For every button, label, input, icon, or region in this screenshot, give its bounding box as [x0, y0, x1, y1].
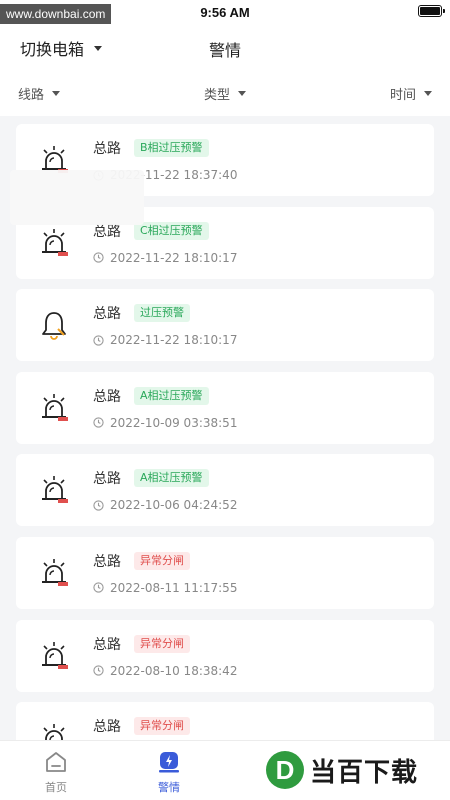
battery-icon — [418, 5, 445, 17]
header: 切换电箱 警情 — [0, 24, 450, 70]
home-icon — [46, 752, 66, 772]
alert-source: 总路 — [93, 471, 121, 488]
status-time: 9:56 AM — [200, 4, 250, 20]
siren-icon — [38, 392, 70, 424]
alert-time: 2022-08-10 18:38:42 — [93, 664, 237, 678]
alert-time-text: 2022-10-09 03:38:51 — [110, 415, 238, 430]
filter-line[interactable]: 线路 — [18, 84, 61, 103]
alert-type-badge: A相过压预警 — [134, 386, 209, 405]
logo-text: 当百下载 — [310, 757, 419, 788]
alert-type-badge: B相过压预警 — [134, 139, 209, 157]
alert-card[interactable]: 总路 异常分闸 2022-08-10 18:38:42 — [16, 619, 434, 692]
filter-line-label: 线路 — [18, 87, 45, 103]
alert-card[interactable]: 总路 异常分闸 2022-08-11 11:17:55 — [16, 536, 434, 609]
alert-type-badge: 异常分闸 — [134, 717, 190, 736]
filter-type[interactable]: 类型 — [204, 84, 246, 103]
tab-alerts[interactable]: 警情 — [129, 749, 209, 795]
alert-source: 总路 — [93, 553, 121, 570]
tab-home-label: 首页 — [45, 781, 67, 794]
bell-icon — [38, 309, 70, 341]
logo-watermark: D 当百下载 — [262, 744, 444, 796]
caret-down-icon — [52, 90, 61, 96]
alert-card[interactable]: 总路 过压预警 2022-11-22 18:10:17 — [16, 289, 434, 362]
alert-type-badge: 过压预警 — [134, 304, 190, 323]
alert-source: 总路 — [93, 141, 121, 157]
tab-alerts-label: 警情 — [158, 781, 180, 794]
filter-type-label: 类型 — [203, 87, 230, 103]
alert-time: 2022-11-22 18:10:17 — [93, 333, 237, 347]
alert-type-badge: A相过压预警 — [134, 469, 209, 488]
alert-source: 总路 — [93, 636, 121, 653]
filter-time-label: 时间 — [389, 87, 416, 103]
alert-card[interactable]: 总路 A相过压预警 2022-10-06 04:24:52 — [16, 454, 434, 527]
site-watermark: www.downbai.com — [0, 4, 112, 24]
siren-icon — [38, 640, 70, 672]
clock-icon — [93, 582, 104, 594]
alert-type-badge: 异常分闸 — [134, 634, 190, 653]
alert-time: 2022-11-22 18:10:17 — [93, 251, 237, 265]
alert-source: 总路 — [93, 719, 121, 736]
siren-icon — [38, 227, 70, 259]
alert-time: 2022-08-11 11:17:55 — [93, 581, 237, 595]
alert-time-text: 2022-10-06 04:24:52 — [110, 498, 238, 513]
clock-icon — [93, 500, 104, 511]
blur-patch — [10, 170, 144, 225]
caret-down-icon — [238, 90, 246, 96]
alert-type-badge: 异常分闸 — [134, 551, 190, 570]
siren-icon — [38, 474, 70, 506]
clock-icon — [93, 417, 104, 428]
alert-icon — [159, 752, 179, 773]
alert-time-text: 2022-11-22 18:10:17 — [110, 250, 238, 265]
clock-icon — [93, 665, 104, 676]
logo-d-icon: D — [266, 751, 304, 789]
clock-icon — [93, 252, 104, 263]
alert-time-text: 2022-08-11 11:17:55 — [110, 580, 238, 595]
caret-down-icon — [423, 90, 432, 96]
alert-source: 总路 — [93, 306, 121, 323]
filter-bar: 线路 类型 时间 — [0, 70, 450, 116]
filter-time[interactable]: 时间 — [390, 84, 432, 103]
clock-icon — [93, 335, 104, 346]
alert-time-text: 2022-11-22 18:10:17 — [110, 333, 238, 348]
alert-type-badge: C相过压预警 — [134, 221, 209, 240]
alert-time: 2022-10-06 04:24:52 — [93, 498, 237, 512]
alert-card[interactable]: 总路 A相过压预警 2022-10-09 03:38:51 — [16, 371, 434, 444]
alert-time: 2022-10-09 03:38:51 — [93, 416, 237, 430]
tab-home[interactable]: 首页 — [16, 749, 96, 795]
alert-source: 总路 — [93, 388, 121, 405]
alert-time-text: 2022-08-10 18:38:42 — [110, 663, 238, 678]
page-title: 警情 — [208, 41, 241, 60]
siren-icon — [38, 557, 70, 589]
